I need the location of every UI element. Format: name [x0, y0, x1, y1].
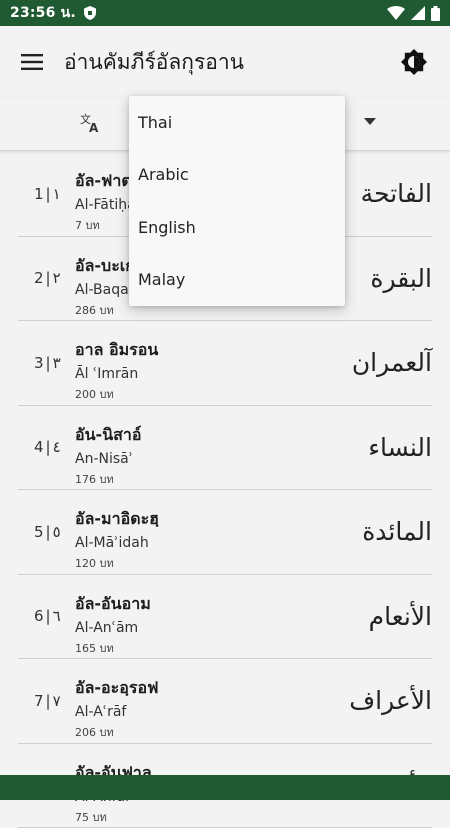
hamburger-menu-icon	[21, 54, 43, 70]
surah-row[interactable]: 3|٣ อาล อิมรอน Āl ʿImrān 200 บท آلعمران	[18, 321, 432, 406]
status-bar: 23:56 น.	[0, 0, 450, 26]
status-icons	[387, 6, 440, 21]
surah-name-thai: อาล อิมรอน	[75, 338, 158, 363]
separator: |	[46, 523, 51, 541]
separator: |	[46, 438, 51, 456]
surah-name-arabic: المائدة	[362, 490, 432, 573]
surah-name-arabic: آلعمران	[352, 321, 432, 404]
surah-row[interactable]: 4|٤ อัน-นิสาอ์ An-Nisāʾ 176 บท النساء	[18, 406, 432, 491]
menu-item-english[interactable]: English	[129, 201, 345, 254]
surah-number-latin: 4	[34, 438, 44, 456]
battery-icon	[431, 6, 440, 21]
surah-name-thai: อัน-นิสาอ์	[75, 423, 141, 448]
page-title: อ่านคัมภีร์อัลกุรอาน	[64, 46, 244, 79]
surah-name-arabic: البقرة	[370, 237, 432, 320]
surah-number: 3|٣	[34, 321, 61, 404]
surah-name-thai: อัล-มาอิดะฮฺ	[75, 507, 159, 532]
menu-item-arabic[interactable]: Arabic	[129, 149, 345, 202]
surah-number-latin: 2	[34, 269, 44, 287]
surah-name-thai: อัล-อันอาม	[75, 592, 151, 617]
separator: |	[46, 185, 51, 203]
surah-number: 1|١	[34, 152, 61, 235]
translate-icon: 文 A	[80, 112, 102, 134]
surah-number-latin: 6	[34, 607, 44, 625]
signal-icon	[411, 6, 425, 20]
surah-number: 4|٤	[34, 406, 61, 489]
surah-name-latin: Al-Māʾidah	[75, 535, 149, 551]
surah-verse-count: 7 บท	[75, 216, 100, 234]
surah-verse-count: 200 บท	[75, 385, 114, 403]
surah-number: 7|٧	[34, 659, 61, 742]
app-bar: อ่านคัมภีร์อัลกุรอาน	[0, 26, 450, 98]
surah-row[interactable]: 6|٦ อัล-อันอาม Al-Anʿām 165 บท الأنعام	[18, 575, 432, 660]
menu-item-thai[interactable]: Thai	[129, 96, 345, 149]
dropdown-arrow-icon[interactable]	[364, 118, 376, 126]
wifi-icon	[387, 6, 405, 20]
surah-number-arabic: ١	[53, 185, 61, 203]
surah-name-arabic: الفاتحة	[361, 152, 432, 235]
surah-verse-count: 176 บท	[75, 470, 114, 488]
surah-number-arabic: ٣	[53, 354, 61, 372]
separator: |	[46, 607, 51, 625]
theme-toggle-button[interactable]	[390, 38, 438, 86]
navigation-bar	[0, 775, 450, 800]
surah-verse-count: 75 บท	[75, 808, 107, 826]
surah-row[interactable]: 5|٥ อัล-มาอิดะฮฺ Al-Māʾidah 120 บท المائدة	[18, 490, 432, 575]
surah-number: 6|٦	[34, 575, 61, 658]
surah-name-latin: Al-Anʿām	[75, 620, 138, 636]
separator: |	[46, 354, 51, 372]
surah-verse-count: 286 บท	[75, 301, 114, 319]
surah-number-latin: 5	[34, 523, 44, 541]
surah-name-arabic: الأنعام	[369, 575, 432, 658]
surah-number-latin: 3	[34, 354, 44, 372]
surah-number-arabic: ٦	[53, 607, 61, 625]
surah-verse-count: 206 บท	[75, 723, 114, 741]
separator: |	[46, 692, 51, 710]
surah-verse-count: 165 บท	[75, 639, 114, 657]
svg-text:A: A	[89, 121, 99, 134]
surah-number-arabic: ٧	[53, 692, 61, 710]
surah-number-latin: 7	[34, 692, 44, 710]
surah-row[interactable]: 7|٧ อัล-อะอฺรอฟ Al-Aʿrāf 206 บท الأعراف	[18, 659, 432, 744]
surah-name-latin: An-Nisāʾ	[75, 451, 133, 467]
separator: |	[46, 269, 51, 287]
surah-number-arabic: ٤	[53, 438, 61, 456]
status-time: 23:56 น.	[10, 2, 76, 24]
surah-number-arabic: ٢	[53, 269, 61, 287]
surah-name-latin: Āl ʿImrān	[75, 366, 138, 382]
surah-number: 5|٥	[34, 490, 61, 573]
brightness-icon	[401, 49, 427, 75]
surah-number-latin: 1	[34, 185, 44, 203]
surah-name-arabic: الأعراف	[349, 659, 432, 742]
surah-verse-count: 120 บท	[75, 554, 114, 572]
surah-number: 2|٢	[34, 237, 61, 320]
language-dropdown-menu: Thai Arabic English Malay	[129, 96, 345, 306]
surah-name-arabic: النساء	[368, 406, 432, 489]
surah-number-arabic: ٥	[53, 523, 61, 541]
menu-button[interactable]	[0, 26, 64, 98]
shield-icon	[84, 6, 96, 20]
surah-name-latin: Al-Aʿrāf	[75, 704, 126, 720]
surah-name-thai: อัล-อะอฺรอฟ	[75, 676, 158, 701]
menu-item-malay[interactable]: Malay	[129, 254, 345, 307]
